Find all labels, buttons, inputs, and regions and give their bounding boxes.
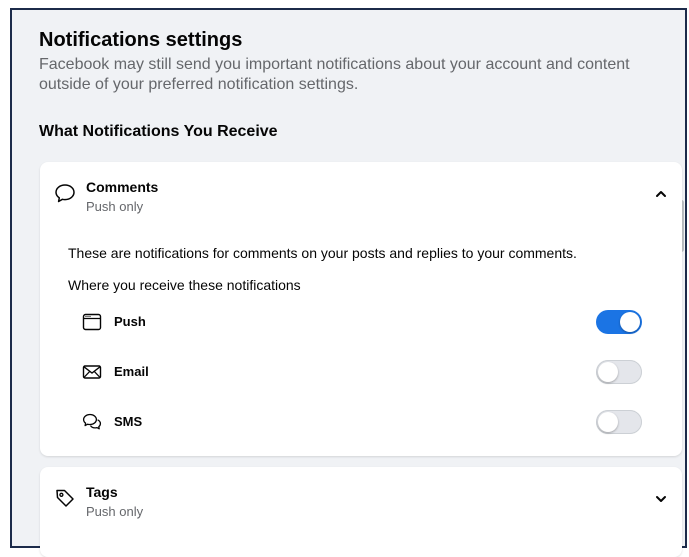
channel-row-sms: SMS [68,404,642,440]
comments-title: Comments [86,179,159,195]
toggle-knob [598,412,618,432]
tags-card: Tags Push only [40,467,682,557]
page-description: Facebook may still send you important no… [39,56,630,93]
notifications-settings-panel: Notifications settings Facebook may stil… [10,8,687,557]
toggle-knob [598,362,618,382]
tags-card-header[interactable]: Tags Push only [40,467,682,527]
comments-subtitle: Push only [86,199,144,214]
tags-subtitle: Push only [86,504,144,519]
comments-card-header[interactable]: Comments Push only [40,162,682,222]
channel-label-push: Push [114,314,146,329]
page-title: Notifications settings [39,29,243,51]
toggle-knob [620,312,640,332]
channel-row-push: Push [68,304,642,340]
tag-icon [56,489,74,507]
chevron-up-icon[interactable] [654,187,668,201]
channel-label-sms: SMS [114,414,143,429]
sms-toggle[interactable] [596,410,642,434]
tags-title: Tags [86,484,118,500]
push-toggle[interactable] [596,310,642,334]
comments-card: Comments Push only These are notificatio… [40,162,682,456]
channel-row-email: Email [68,354,642,390]
email-toggle[interactable] [596,360,642,384]
comment-bubble-icon [55,184,75,203]
browser-window-icon [82,313,102,331]
section-heading: What Notifications You Receive [39,123,278,140]
channel-label-email: Email [114,364,149,379]
envelope-icon [82,365,102,379]
chat-bubbles-icon [82,413,102,430]
chevron-down-icon[interactable] [654,492,668,506]
comments-description: These are notifications for comments on … [68,245,577,261]
where-label: Where you receive these notifications [68,277,301,293]
